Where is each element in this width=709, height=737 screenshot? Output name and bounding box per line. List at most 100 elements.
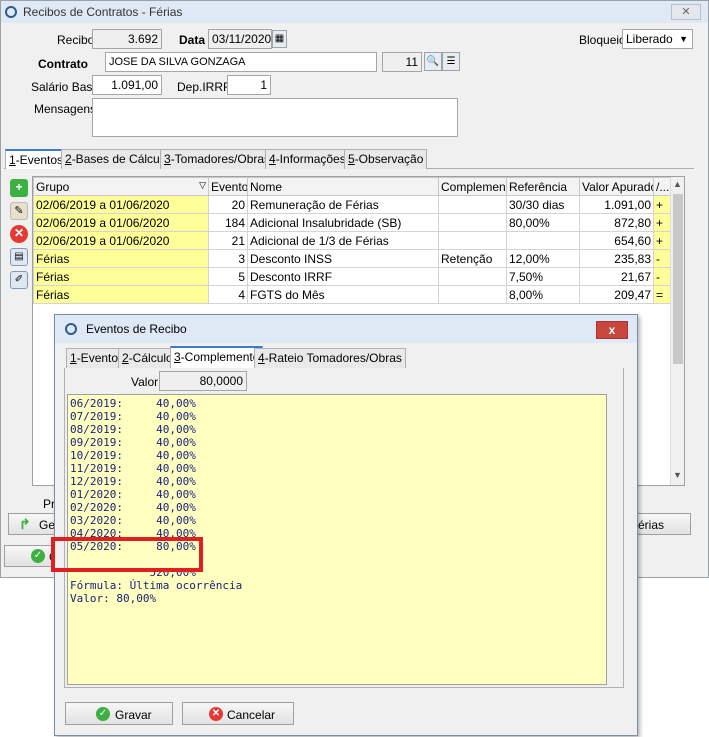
col-evento[interactable]: Evento: [208, 177, 248, 196]
add-icon[interactable]: +: [10, 179, 28, 197]
cell-referencia: 7,50%: [506, 267, 580, 286]
tab-rateio[interactable]: 4-Rateio Tomadores/Obras: [254, 348, 406, 368]
recibo-field[interactable]: 3.692: [92, 29, 162, 49]
delete-icon[interactable]: ✕: [10, 225, 28, 243]
mensagens-textarea[interactable]: [92, 98, 458, 137]
cell-sinal: +: [653, 195, 671, 214]
tab-complemento[interactable]: 3-Complemento: [170, 346, 264, 368]
tab-evento[interactable]: 1-Evento: [66, 348, 123, 368]
tab-evento-key: 1: [70, 351, 77, 365]
cancelar-label: Cancelar: [227, 708, 276, 722]
arrow-icon: ↱: [19, 516, 31, 532]
table-row[interactable]: 02/06/2019 a 01/06/2020 21 Adicional de …: [33, 231, 671, 250]
salario-field[interactable]: 1.091,00: [92, 75, 162, 95]
tab-tomadores-obras[interactable]: 3-Tomadores/Obras: [160, 149, 275, 169]
valor-field[interactable]: 80,0000: [159, 371, 247, 391]
grid-edit-icon[interactable]: ✐: [10, 271, 28, 289]
data-label: Data: [179, 33, 206, 47]
cell-evento: 5: [208, 267, 248, 286]
table-row[interactable]: 02/06/2019 a 01/06/2020 20 Remuneração d…: [33, 195, 671, 214]
cell-valor: 872,80: [579, 213, 654, 232]
dialog-close-button[interactable]: x: [596, 321, 628, 339]
check-icon: ✓: [96, 707, 110, 721]
cell-referencia: 30/30 dias: [506, 195, 580, 214]
tab-bases-key: 2: [65, 152, 72, 166]
col-grupo-label: Grupo: [36, 179, 70, 194]
memo-line: Fórmula: Última ocorrência: [70, 579, 243, 592]
dialog-app-icon: [65, 323, 77, 335]
cell-valor: 235,83: [579, 249, 654, 268]
gravar-button[interactable]: ✓ Gravar: [65, 702, 173, 725]
cell-referencia: [506, 231, 580, 250]
tab-rateio-label: -Rateio Tomadores/Obras: [264, 351, 402, 365]
contrato-field[interactable]: JOSE DA SILVA GONZAGA: [105, 52, 377, 72]
cell-complemento: [438, 267, 507, 286]
valor-label: Valor: [131, 375, 159, 389]
col-valor-apurado[interactable]: Valor Apurado: [579, 177, 654, 196]
dep-irrf-label: Dep.IRRF: [177, 80, 231, 94]
table-row[interactable]: Férias 5 Desconto IRRF 7,50% 21,67 -: [33, 267, 671, 286]
memo-line: 03/2020: 40,00%: [70, 514, 196, 527]
ok-button[interactable]: ✓ O: [4, 545, 58, 567]
table-row[interactable]: 02/06/2019 a 01/06/2020 184 Adicional In…: [33, 213, 671, 232]
dialog-titlebar: Eventos de Recibo x: [55, 315, 637, 343]
cell-grupo: Férias: [33, 285, 209, 304]
scroll-up-icon[interactable]: ▲: [673, 179, 682, 189]
memo-line: 01/2020: 40,00%: [70, 488, 196, 501]
col-nome[interactable]: Nome: [247, 177, 439, 196]
tab-bases-calculo[interactable]: 2-Bases de Cálculo: [61, 149, 174, 169]
grid-scrollbar[interactable]: ▲ ▼: [670, 177, 684, 485]
grid-header-row: Grupo ▽ Evento Nome Complemento Referênci…: [33, 177, 671, 196]
col-complemento[interactable]: Complemento: [438, 177, 507, 196]
col-sinal[interactable]: /...: [653, 177, 671, 196]
memo-line: Valor: 80,00%: [70, 592, 157, 605]
tab-rateio-key: 4: [258, 351, 265, 365]
search-icon[interactable]: 🔍: [424, 52, 442, 71]
app-icon: [5, 6, 17, 18]
tab-informacoes-label: -Informações: [275, 152, 346, 166]
list-icon[interactable]: ☰: [442, 52, 460, 71]
cell-evento: 21: [208, 231, 248, 250]
cell-complemento: Retenção: [438, 249, 507, 268]
cell-nome: Adicional de 1/3 de Férias: [247, 231, 439, 250]
table-row[interactable]: Férias 3 Desconto INSS Retenção 12,00% 2…: [33, 249, 671, 268]
scroll-down-icon[interactable]: ▼: [673, 470, 682, 480]
cell-sinal: -: [653, 249, 671, 268]
cell-valor: 21,67: [579, 267, 654, 286]
bloqueio-value: Liberado: [626, 32, 673, 46]
calendar-icon[interactable]: ▦: [272, 30, 287, 48]
cell-nome: Adicional Insalubridade (SB): [247, 213, 439, 232]
dropdown-arrow-icon: ▼: [679, 34, 688, 44]
col-grupo[interactable]: Grupo ▽: [33, 177, 209, 196]
cell-nome: Desconto INSS: [247, 249, 439, 268]
cancelar-button[interactable]: ✕ Cancelar: [182, 702, 294, 725]
grid-settings-icon[interactable]: ▤: [10, 248, 28, 266]
tab-eventos-label: -Eventos: [15, 153, 64, 167]
memo-line: 11/2019: 40,00%: [70, 462, 196, 475]
salario-label: Salário Base: [31, 80, 100, 94]
dep-irrf-field[interactable]: 1: [227, 75, 271, 95]
cell-valor: 1.091,00: [579, 195, 654, 214]
main-titlebar: Recibos de Contratos - Férias ✕: [1, 1, 708, 23]
cell-nome: Desconto IRRF: [247, 267, 439, 286]
tab-evento-label: -Evento: [76, 351, 119, 365]
bloqueio-select[interactable]: Liberado ▼: [622, 29, 693, 49]
scroll-thumb[interactable]: [673, 194, 683, 364]
edit-icon[interactable]: ✎: [10, 202, 28, 220]
gerar-button[interactable]: ↱ Ger: [8, 513, 59, 535]
table-row[interactable]: Férias 4 FGTS do Mês 8,00% 209,47 =: [33, 285, 671, 304]
tab-informacoes[interactable]: 4-Informações: [265, 149, 350, 169]
cell-sinal: -: [653, 267, 671, 286]
tab-eventos[interactable]: 1-Eventos: [5, 149, 68, 169]
cell-grupo: 02/06/2019 a 01/06/2020: [33, 213, 209, 232]
window-close-button[interactable]: ✕: [671, 4, 701, 20]
cell-complemento: [438, 231, 507, 250]
tab-observacao-key: 5: [348, 152, 355, 166]
tab-calculo[interactable]: 2-Cálculo: [118, 348, 177, 368]
data-field[interactable]: 03/11/2020: [208, 29, 272, 49]
contrato-number-field[interactable]: 11: [382, 52, 422, 72]
cell-valor: 209,47: [579, 285, 654, 304]
col-referencia[interactable]: Referência: [506, 177, 580, 196]
tab-observacao[interactable]: 5-Observação: [344, 149, 428, 169]
ferias-button[interactable]: érias: [631, 513, 691, 535]
